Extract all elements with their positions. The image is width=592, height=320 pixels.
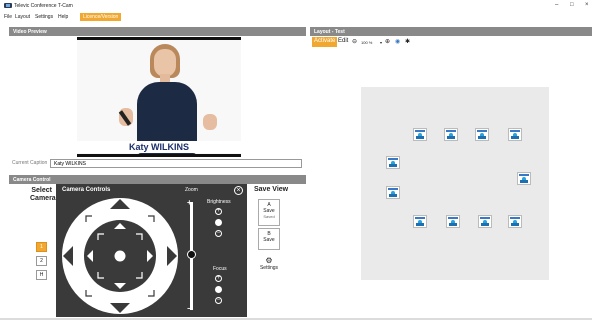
- seat-5-icon[interactable]: [386, 156, 400, 169]
- speaker-hand-right: [203, 114, 217, 130]
- layout-toolbar: Activate Edit ⊖ 100 % ▾ ⊕ ◉ ✱: [312, 37, 422, 47]
- menu-licence-version[interactable]: Licence/Version: [80, 13, 122, 21]
- zoom-out-icon[interactable]: −: [187, 304, 192, 313]
- camera-button-1[interactable]: 1: [36, 242, 47, 252]
- seat-7-icon[interactable]: [386, 186, 400, 199]
- title-bar: Televic Conference T-Cam – □ ×: [0, 0, 592, 12]
- camera-controls-title: Camera Controls: [62, 187, 111, 193]
- menu-settings[interactable]: Settings: [35, 14, 53, 20]
- seat-10-icon[interactable]: [478, 215, 492, 228]
- app-logo-icon: [4, 3, 12, 8]
- video-caption-overlay: Katy WILKINS: [77, 141, 241, 153]
- camera-button-h[interactable]: H: [36, 270, 47, 280]
- activate-button[interactable]: Activate: [312, 37, 338, 47]
- minimize-button[interactable]: –: [555, 2, 558, 8]
- focus-auto-icon[interactable]: [215, 286, 222, 293]
- zoom-label: Zoom: [185, 187, 198, 193]
- camera-control-header: Camera Control: [9, 175, 306, 184]
- seat-1-icon[interactable]: [413, 128, 427, 141]
- app-title: Televic Conference T-Cam: [14, 3, 73, 9]
- speaker-face: [154, 49, 176, 77]
- settings-button[interactable]: ⚙ Settings: [258, 256, 280, 271]
- close-window-button[interactable]: ×: [585, 2, 589, 8]
- save-view-a-button[interactable]: A Save Saved: [258, 199, 280, 226]
- close-icon[interactable]: ×: [234, 186, 243, 195]
- gear-small-icon[interactable]: ✱: [405, 38, 410, 45]
- seat-2-icon[interactable]: [444, 128, 458, 141]
- save-view-b-button[interactable]: B Save: [258, 228, 280, 250]
- brightness-down-icon[interactable]: −: [215, 230, 222, 237]
- seat-3-icon[interactable]: [475, 128, 489, 141]
- joystick-center: [114, 250, 126, 262]
- brightness-auto-icon[interactable]: [215, 219, 222, 226]
- layout-header: Layout - Test: [310, 27, 592, 36]
- menu-layout[interactable]: Layout: [15, 14, 30, 20]
- select-camera-label: Select Camera: [30, 187, 56, 202]
- seat-11-icon[interactable]: [508, 215, 522, 228]
- zoom-in-search-icon[interactable]: ⊕: [385, 38, 390, 45]
- zoom-dropdown-icon[interactable]: ▾: [380, 40, 382, 45]
- seat-8-icon[interactable]: [413, 215, 427, 228]
- focus-down-icon[interactable]: −: [215, 297, 222, 304]
- focus-up-icon[interactable]: +: [215, 275, 222, 282]
- caption-input[interactable]: [50, 159, 302, 168]
- video-preview: Katy WILKINS: [77, 37, 241, 157]
- video-preview-header: Video Preview: [9, 27, 306, 36]
- caption-label: Current Caption: [12, 160, 48, 166]
- camera-button-2[interactable]: 2: [36, 256, 47, 266]
- pan-tilt-joystick[interactable]: [56, 196, 180, 317]
- save-b-label: Save: [263, 237, 275, 243]
- zoom-level[interactable]: 100 %: [361, 40, 372, 45]
- brightness-up-icon[interactable]: +: [215, 208, 222, 215]
- zoom-slider-knob[interactable]: [187, 250, 196, 259]
- seat-4-icon[interactable]: [508, 128, 522, 141]
- settings-label: Settings: [259, 265, 279, 271]
- camera-controls-panel: Camera Controls Zoom × + − Brightness + …: [56, 184, 247, 317]
- brightness-label: Brightness: [207, 199, 231, 205]
- menu-help[interactable]: Help: [58, 14, 68, 20]
- menu-file[interactable]: File: [4, 14, 12, 20]
- menu-bar: File Layout Settings Help Licence/Versio…: [0, 12, 592, 22]
- focus-label: Focus: [213, 266, 227, 272]
- gear-icon: ⚙: [265, 256, 273, 265]
- eye-icon[interactable]: ◉: [395, 38, 400, 45]
- zoom-out-search-icon[interactable]: ⊖: [352, 38, 357, 45]
- seat-6-icon[interactable]: [517, 172, 531, 185]
- save-view-title: Save View: [254, 186, 289, 193]
- maximize-button[interactable]: □: [570, 2, 574, 8]
- save-a-status: Saved: [263, 214, 275, 219]
- seat-9-icon[interactable]: [446, 215, 460, 228]
- edit-button[interactable]: Edit: [338, 38, 348, 44]
